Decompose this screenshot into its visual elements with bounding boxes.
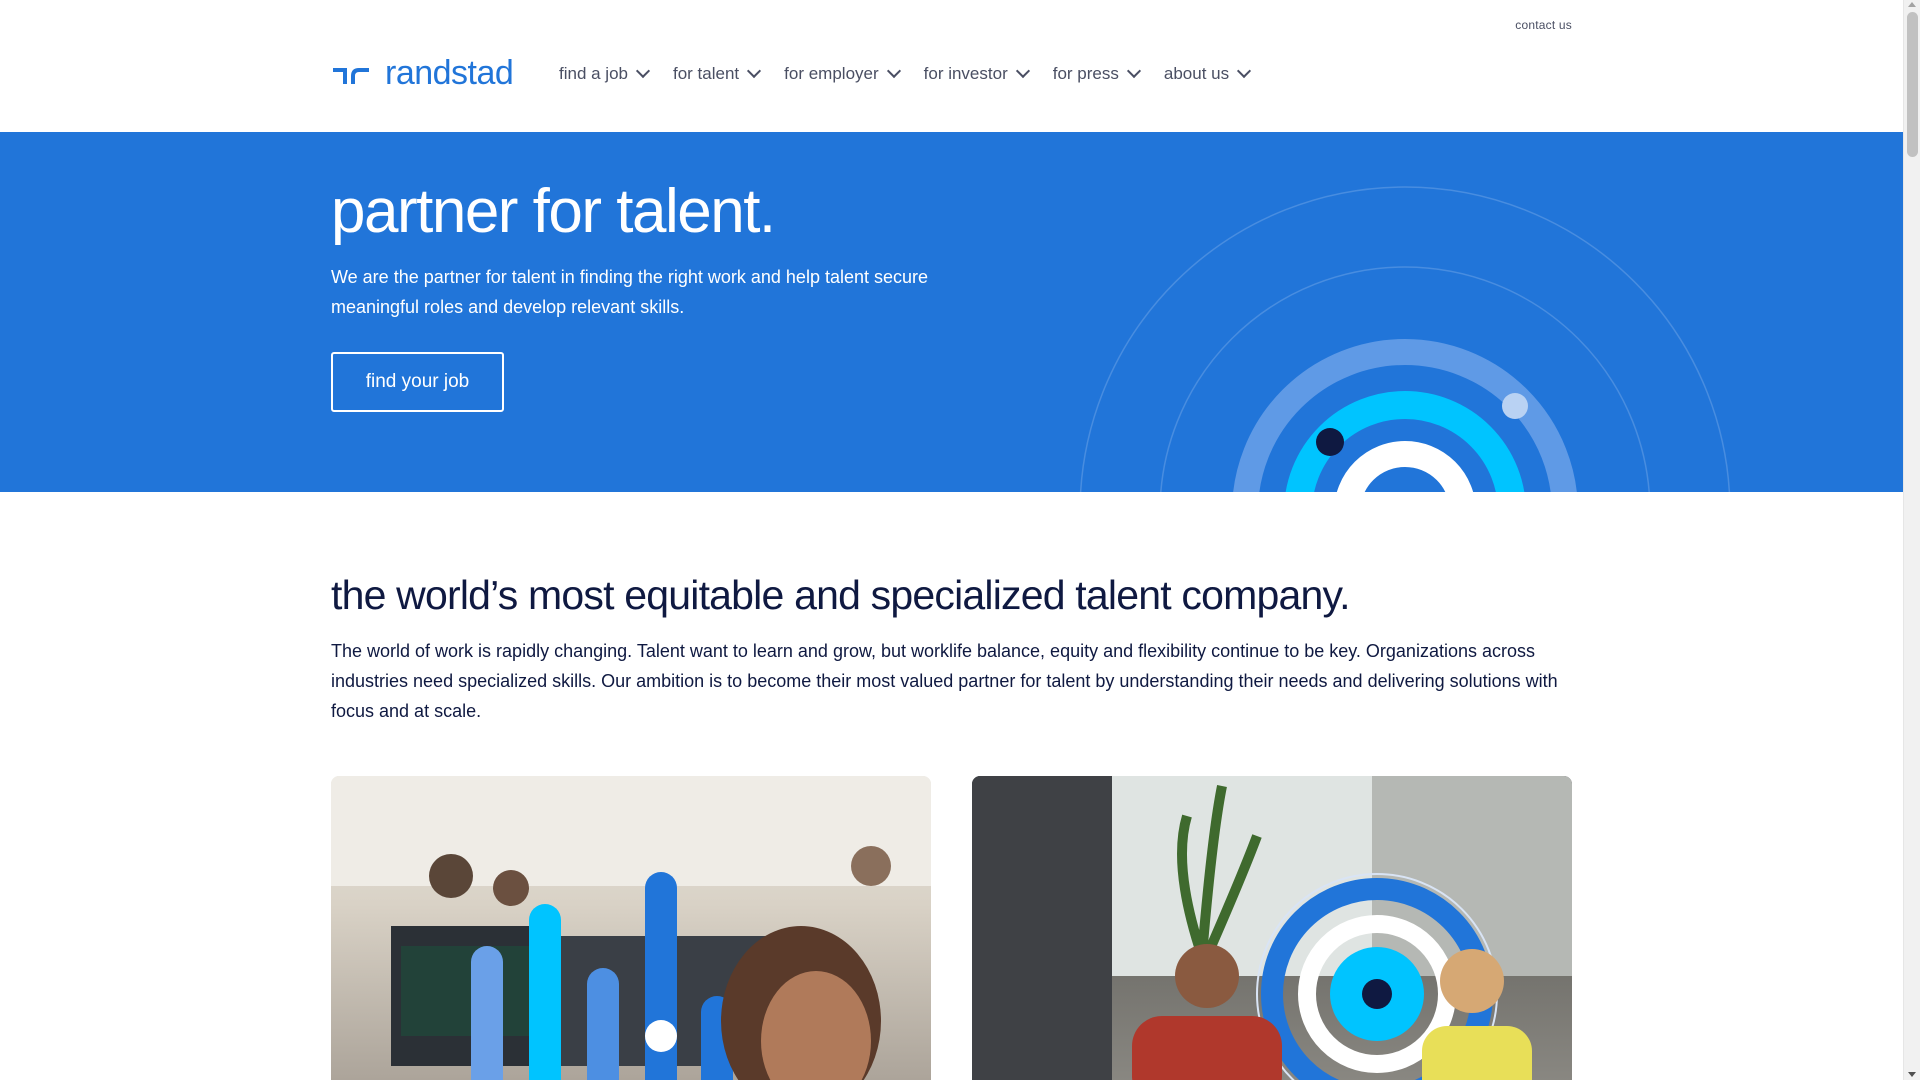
office-workers-image-card[interactable] [331,776,931,1080]
nav-for-employer[interactable]: for employer [784,63,901,84]
scroll-up-icon[interactable] [1908,2,1916,7]
intro-title: the world’s most equitable and specializ… [331,572,1351,618]
nav-for-press[interactable]: for press [1052,63,1141,84]
contact-us-link[interactable]: contact us [1515,18,1572,32]
randstad-logo-icon [333,68,369,84]
meeting-scene-image [972,776,1572,1080]
nav-about-us[interactable]: about us [1163,63,1252,84]
chevron-down-icon [635,63,651,79]
site-header: contact us randstad find a job for talen… [0,0,1903,132]
nav-label: for employer [784,64,879,83]
nav-find-a-job[interactable]: find a job [559,63,651,84]
hero-description: We are the partner for talent in finding… [331,267,929,317]
randstad-logo[interactable]: randstad [331,54,514,92]
nav-label: for talent [673,64,740,83]
vertical-scrollbar[interactable] [1903,0,1920,1080]
logo-wordmark: randstad [385,54,514,92]
scroll-down-icon[interactable] [1908,1072,1916,1077]
scrollbar-thumb[interactable] [1907,12,1918,157]
talent-orbit-graphic [1079,186,1731,492]
chevron-down-icon [1015,63,1030,79]
meeting-image-card[interactable] [972,776,1572,1080]
nav-for-talent[interactable]: for talent [673,63,762,84]
find-your-job-button[interactable]: find your job [331,352,504,412]
main-nav: find a job for talent for employer for i… [559,63,1252,84]
nav-for-investor[interactable]: for investor [923,63,1030,84]
nav-label: about us [1163,64,1230,83]
chevron-down-icon [1237,63,1252,79]
hero-title: partner for talent. [331,177,776,246]
chevron-down-icon [747,63,762,79]
chevron-down-icon [886,63,901,79]
page: contact us randstad find a job for talen… [0,0,1903,1080]
intro-text: The world of work is rapidly changing. T… [331,641,1558,721]
nav-label: find a job [559,64,628,83]
hero-banner: partner for talent. We are the partner f… [0,132,1903,492]
nav-label: for press [1052,64,1119,83]
office-scene-image [331,776,931,1080]
chevron-down-icon [1126,63,1141,79]
nav-label: for investor [923,64,1008,83]
